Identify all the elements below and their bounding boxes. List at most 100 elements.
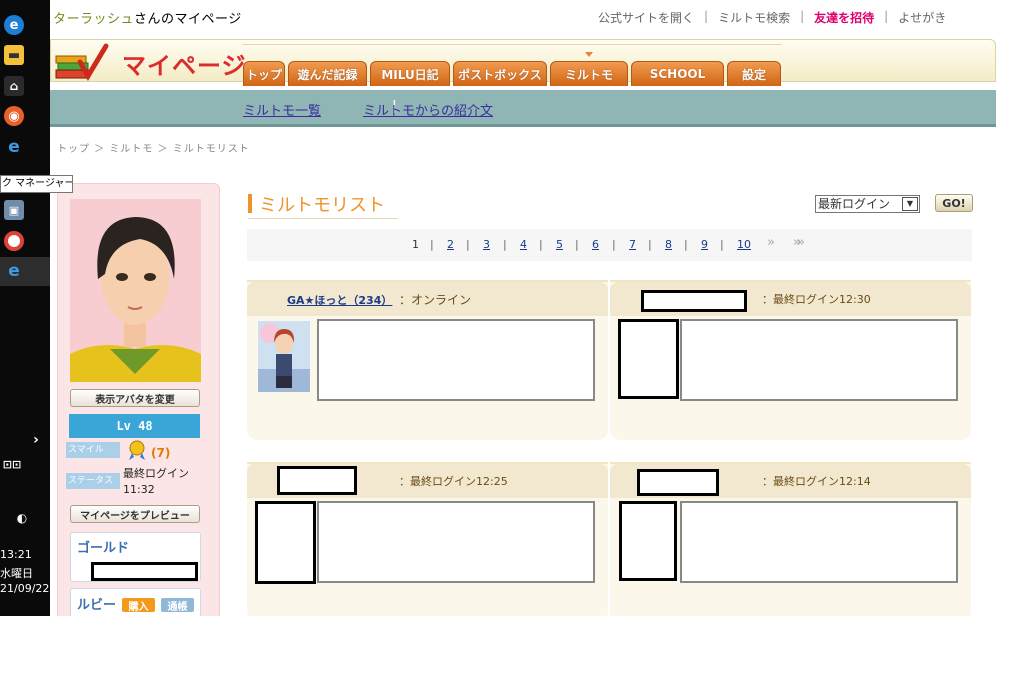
page-link[interactable]: 8 <box>665 238 672 251</box>
tab-play-records[interactable]: 遊んだ記録 <box>288 61 367 86</box>
internet-explorer-active-icon[interactable]: e <box>4 261 24 281</box>
separator: | <box>800 9 805 23</box>
friend-name-link[interactable]: GA★ほっと（234） <box>287 292 392 308</box>
page-bottom-blank <box>50 616 1010 679</box>
miltomo-list-link[interactable]: ミルトモ一覧 <box>243 100 321 119</box>
buy-ruby-button[interactable]: 購入 <box>122 598 155 613</box>
page-link[interactable]: 4 <box>520 238 527 251</box>
friend-message-box <box>680 319 958 401</box>
file-explorer-icon[interactable]: ▬ <box>4 45 24 65</box>
last-page-icon[interactable]: »» <box>793 235 805 250</box>
page-link[interactable]: 10 <box>737 238 751 251</box>
friend-message-box <box>317 319 595 401</box>
separator: | <box>704 9 709 23</box>
friend-message-box <box>317 501 595 583</box>
gold-label: ゴールド <box>77 541 130 556</box>
tab-school[interactable]: SCHOOL <box>631 61 724 86</box>
top-links: 公式サイトを開く | ミルトモ検索 | 友達を招待 | よせがき <box>598 9 946 26</box>
breadcrumb: トップ ＞ ミルトモ ＞ ミルトモリスト <box>57 144 250 155</box>
level-badge: Lv 48 <box>69 414 200 438</box>
page-link[interactable]: 6 <box>592 238 599 251</box>
store-icon[interactable]: ⌂ <box>4 76 24 96</box>
status-value: 最終ログイン11:32 <box>123 467 189 496</box>
page-separator: | <box>720 238 724 251</box>
friend-message-box <box>680 501 958 583</box>
windows-taskbar: e ▬ ⌂ ◉ e ▣ e › ⊡⊡ ◐ 13:21 水曜日 21/09/22 <box>0 0 50 616</box>
internet-explorer-icon[interactable]: e <box>4 137 24 157</box>
friend-status: ：最終ログイン12:30 <box>762 293 871 306</box>
friend-card: ：最終ログイン12:30 <box>610 280 971 440</box>
page-separator: | <box>612 238 616 251</box>
page-current: 1 <box>412 238 419 251</box>
tab-top[interactable]: トップ <box>243 61 285 86</box>
tab-postbox[interactable]: ポストボックス <box>453 61 547 86</box>
smile-label: スマイル <box>66 442 120 458</box>
sort-select-value: 最新ログイン <box>818 197 891 211</box>
page-separator: | <box>503 238 507 251</box>
list-title-underline <box>248 218 398 219</box>
taskbar-tooltip: ク マネージャー <box>0 175 73 193</box>
chevron-right-icon[interactable]: › <box>26 430 46 450</box>
tray-power-icon[interactable]: ◐ <box>12 508 32 528</box>
tab-miltomo[interactable]: ミルトモ <box>550 61 628 86</box>
firefox-icon[interactable]: ◉ <box>4 106 24 126</box>
page-separator: | <box>466 238 470 251</box>
chrome-icon[interactable] <box>4 231 24 251</box>
preview-mypage-button[interactable]: マイページをプレビュー <box>70 505 200 523</box>
medal-icon <box>129 440 145 460</box>
tab-milu-diary[interactable]: MILU日記 <box>370 61 450 86</box>
official-site-link[interactable]: 公式サイトを開く <box>598 9 694 26</box>
task-manager-icon[interactable]: ▣ <box>4 200 24 220</box>
friend-name-redacted[interactable] <box>641 290 747 312</box>
friend-card: ：最終ログイン12:14 <box>610 462 971 622</box>
invite-friend-link[interactable]: 友達を招待 <box>814 9 874 26</box>
page-separator: | <box>648 238 652 251</box>
miltomo-intro-link[interactable]: ミルトモからの紹介文 <box>363 100 493 119</box>
pagination: 1 | 2 | 3 | 4 | 5 | 6 | 7 | 8 | 9 | 10 »… <box>247 229 972 261</box>
miltomo-search-link[interactable]: ミルトモ検索 <box>718 9 790 26</box>
scribble-link[interactable]: よせがき <box>898 9 946 26</box>
sort-select[interactable]: 最新ログイン ▼ <box>815 195 920 213</box>
friend-name-redacted[interactable] <box>277 466 357 495</box>
page-link[interactable]: 5 <box>556 238 563 251</box>
subnav-bar: ミルトモ一覧 | ミルトモからの紹介文 <box>50 90 996 127</box>
page-owner-title: ターラッシュさんのマイページ <box>53 8 242 27</box>
go-button[interactable]: GO! <box>935 194 973 212</box>
tabs-top-line <box>242 44 782 45</box>
mypage-logo-text[interactable]: マイページ <box>122 46 247 81</box>
chevron-down-icon[interactable]: ▼ <box>902 197 918 211</box>
gold-redacted <box>91 562 198 581</box>
friend-avatar-redacted[interactable] <box>619 501 677 581</box>
mypage-logo-icon <box>55 43 109 81</box>
avatar-image <box>70 199 201 382</box>
page-separator: | <box>430 238 434 251</box>
status-label: ステータス <box>66 473 120 489</box>
active-tab-arrow-icon <box>585 52 593 57</box>
tab-settings[interactable]: 設定 <box>727 61 781 86</box>
page-separator: | <box>539 238 543 251</box>
next-page-icon[interactable]: » <box>767 235 775 250</box>
ledger-button[interactable]: 通帳 <box>161 598 194 613</box>
list-title-accent <box>248 194 252 213</box>
friend-avatar-redacted[interactable] <box>618 319 679 399</box>
edge-icon[interactable]: e <box>4 15 24 35</box>
friend-card: GA★ほっと（234） ：オンライン <box>247 280 608 440</box>
page-link[interactable]: 2 <box>447 238 454 251</box>
friend-avatar-image <box>258 321 310 392</box>
page-link[interactable]: 9 <box>701 238 708 251</box>
page-separator: | <box>684 238 688 251</box>
clock-time[interactable]: 13:21 <box>0 548 32 561</box>
page-link[interactable]: 7 <box>629 238 636 251</box>
friend-status: ：最終ログイン12:25 <box>399 475 508 488</box>
friend-status: ：最終ログイン12:14 <box>762 475 871 488</box>
friend-avatar-thumbnail[interactable] <box>258 321 310 392</box>
friend-avatar-redacted[interactable] <box>255 501 316 584</box>
ruby-label: ルビー <box>77 598 117 613</box>
friend-name-redacted[interactable] <box>637 469 719 496</box>
separator: | <box>884 9 889 23</box>
change-avatar-button[interactable]: 表示アバタを変更 <box>70 389 200 407</box>
tray-devices-icon[interactable]: ⊡⊡ <box>2 454 22 474</box>
clock-weekday: 水曜日 <box>0 567 33 580</box>
friend-card: ：最終ログイン12:25 <box>247 462 608 622</box>
page-link[interactable]: 3 <box>483 238 490 251</box>
